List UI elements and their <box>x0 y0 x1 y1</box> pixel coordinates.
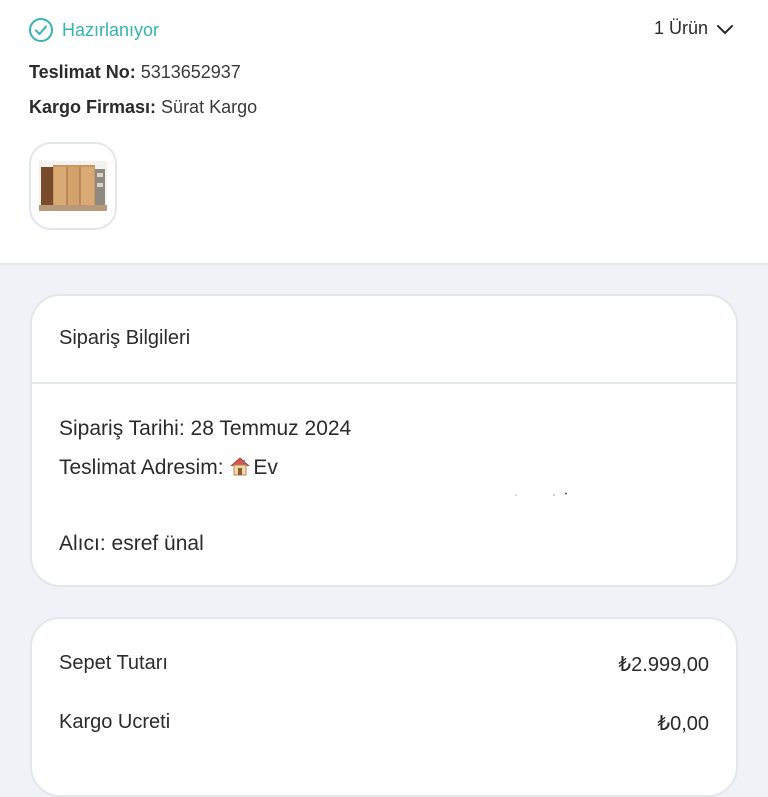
item-count: 1 Ürün <box>653 18 708 38</box>
item-count-toggle[interactable]: 1 Ürün <box>654 18 734 39</box>
check-circle-icon <box>28 17 54 43</box>
tracking-number: Teslimat No: 5313652937 <box>29 62 241 83</box>
recipient: Alıcı: esref ünal <box>59 532 204 556</box>
order-date: Sipariş Tarihi: 28 Temmuz 2024 <box>59 417 351 441</box>
recipient-value: esref ünal <box>111 532 204 555</box>
payment-summary-card: Sepet Tutarı ₺2.999,00 Kargo Ucreti ₺0,0… <box>30 617 738 797</box>
tracking-label: Teslimat No: <box>29 62 136 82</box>
basket-total-label: Sepet Tutarı <box>59 652 168 674</box>
status-text: Hazırlanıyor <box>62 19 160 40</box>
order-date-label: Sipariş Tarihi: <box>59 417 185 440</box>
shipping-fee-value: ₺0,00 <box>657 713 709 735</box>
address-label: Teslimat Adresim: <box>59 456 224 479</box>
address-value: Ev <box>253 456 278 479</box>
order-info-title: Sipariş Bilgileri <box>59 327 191 349</box>
product-thumbnail[interactable] <box>29 142 117 230</box>
shipping-fee-row: Kargo Ucreti ₺0,00 <box>59 711 709 736</box>
masked-address-line <box>515 492 567 496</box>
chevron-down-icon[interactable] <box>716 20 734 38</box>
carrier-value: Sürat Kargo <box>161 97 258 117</box>
carrier: Kargo Firması: Sürat Kargo <box>29 97 257 118</box>
delivery-address: Teslimat Adresim: Ev <box>59 455 278 480</box>
card-divider <box>32 382 736 384</box>
tracking-value: 5313652937 <box>140 62 241 82</box>
order-info-card: Sipariş Bilgileri Sipariş Tarihi: 28 Tem… <box>30 294 738 587</box>
basket-total-row: Sepet Tutarı ₺2.999,00 <box>59 652 709 677</box>
order-date-value: 28 Temmuz 2024 <box>190 417 352 440</box>
shipment-section: Hazırlanıyor 1 Ürün Teslimat No: 5313652… <box>0 0 768 265</box>
wardrobe-image <box>39 161 107 211</box>
shipping-fee-label: Kargo Ucreti <box>59 711 171 733</box>
shipment-status: Hazırlanıyor <box>28 17 159 43</box>
recipient-label: Alıcı: <box>59 532 106 555</box>
basket-total-value: ₺2.999,00 <box>618 654 709 676</box>
carrier-label: Kargo Firması: <box>29 97 157 117</box>
house-icon <box>229 455 251 477</box>
